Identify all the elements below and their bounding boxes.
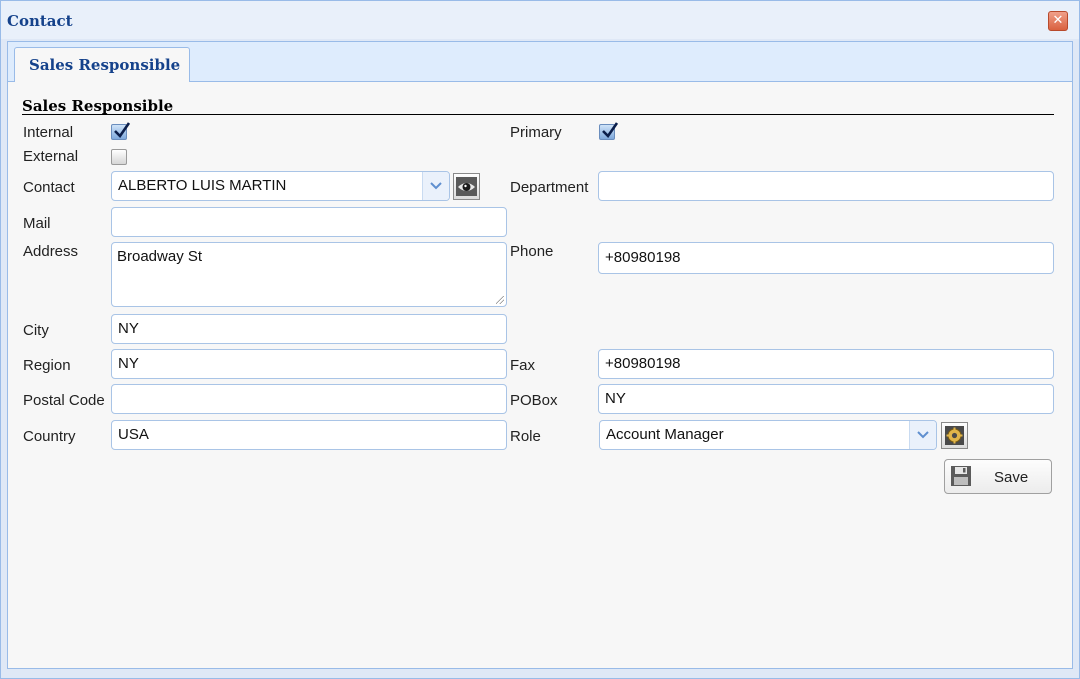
- postal-code-label: Postal Code: [23, 392, 105, 409]
- close-icon[interactable]: ✕: [1048, 11, 1068, 31]
- save-button[interactable]: Save: [944, 459, 1052, 494]
- window-titlebar[interactable]: Contact ✕: [1, 1, 1079, 39]
- tab-sales-responsible[interactable]: Sales Responsible: [14, 47, 190, 82]
- resize-grip-icon[interactable]: [496, 296, 504, 304]
- phone-field[interactable]: +80980198: [598, 242, 1054, 274]
- fax-field[interactable]: +80980198: [598, 349, 1054, 379]
- tab-panel: Sales Responsible Sales Responsible Inte…: [7, 41, 1073, 669]
- address-value: Broadway St: [117, 248, 203, 265]
- role-value: Account Manager: [606, 426, 724, 443]
- country-field[interactable]: USA: [111, 420, 507, 450]
- tab-label: Sales Responsible: [29, 56, 181, 74]
- tab-strip: Sales Responsible: [8, 42, 1072, 82]
- contact-combobox[interactable]: ALBERTO LUIS MARTIN: [111, 171, 450, 201]
- address-label: Address: [23, 243, 79, 260]
- internal-checkbox[interactable]: [111, 122, 131, 140]
- contact-window: Contact ✕ Sales Responsible Sales Respon…: [0, 0, 1080, 679]
- primary-label: Primary: [510, 124, 562, 141]
- pobox-label: POBox: [510, 392, 558, 409]
- save-label: Save: [994, 469, 1029, 486]
- region-field[interactable]: NY: [111, 349, 507, 379]
- department-label: Department: [510, 179, 589, 196]
- section-divider: [22, 114, 1054, 115]
- floppy-disk-icon: [951, 466, 971, 486]
- window-title: Contact: [7, 12, 73, 30]
- postal-code-field[interactable]: [111, 384, 507, 414]
- region-label: Region: [23, 357, 71, 374]
- contact-label: Contact: [23, 179, 75, 196]
- city-label: City: [23, 322, 49, 339]
- pobox-field[interactable]: NY: [598, 384, 1054, 414]
- role-label: Role: [510, 428, 541, 445]
- city-field[interactable]: NY: [111, 314, 507, 344]
- internal-label: Internal: [23, 124, 74, 141]
- primary-checkbox[interactable]: [599, 122, 619, 140]
- external-label: External: [23, 148, 79, 165]
- contact-value: ALBERTO LUIS MARTIN: [118, 177, 287, 194]
- external-checkbox[interactable]: [111, 149, 127, 165]
- chevron-down-icon[interactable]: [909, 421, 936, 449]
- mail-field[interactable]: [111, 207, 507, 237]
- country-label: Country: [23, 428, 76, 445]
- section-title: Sales Responsible: [22, 97, 174, 115]
- eye-icon[interactable]: [453, 173, 480, 200]
- mail-label: Mail: [23, 215, 51, 232]
- address-textarea[interactable]: Broadway St: [111, 242, 507, 307]
- department-field[interactable]: [598, 171, 1054, 201]
- chevron-down-icon[interactable]: [422, 172, 449, 200]
- fax-label: Fax: [510, 357, 536, 374]
- settings-icon[interactable]: [941, 422, 968, 449]
- phone-label: Phone: [510, 243, 554, 260]
- role-combobox[interactable]: Account Manager: [599, 420, 937, 450]
